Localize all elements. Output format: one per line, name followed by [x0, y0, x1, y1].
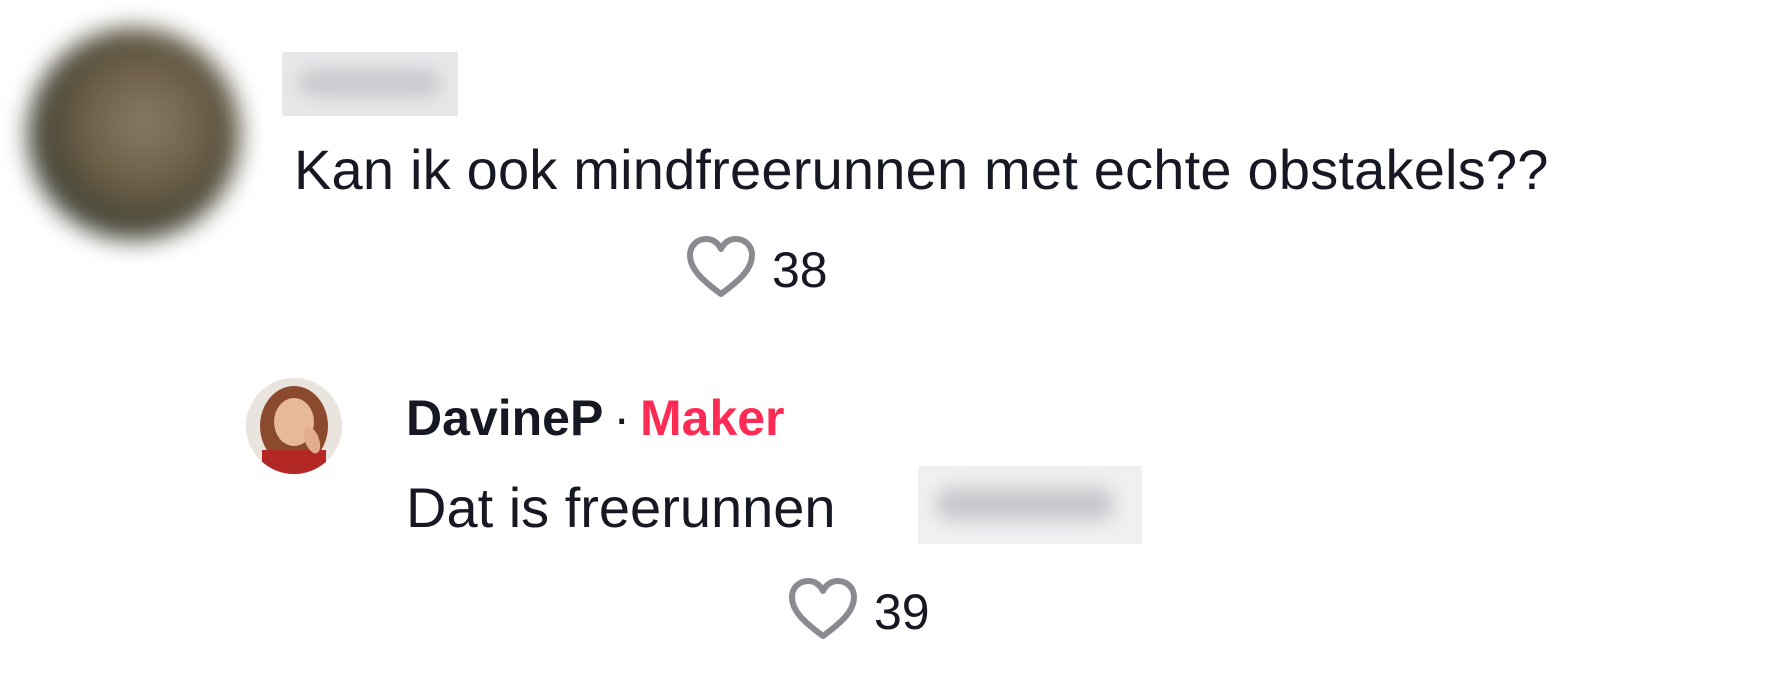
commenter-avatar[interactable]: [28, 28, 240, 240]
reply-text: Dat is freerunnen: [406, 476, 836, 539]
reply-header: DavineP · Maker: [406, 386, 785, 450]
comment-text: Kan ik ook mindfreerunnen met echte obst…: [294, 138, 1549, 201]
reply-username[interactable]: DavineP: [406, 390, 603, 446]
heart-outline-icon[interactable]: [786, 576, 860, 647]
redaction-blur: [936, 488, 1114, 520]
creator-avatar[interactable]: [246, 378, 342, 474]
separator-dot: ·: [613, 390, 630, 446]
heart-outline-icon[interactable]: [684, 234, 758, 305]
like-count: 38: [772, 241, 828, 298]
reply-like-button[interactable]: 39: [786, 576, 930, 647]
creator-badge: Maker: [639, 390, 785, 446]
comment-like-button[interactable]: 38: [684, 234, 828, 305]
redaction-blur: [300, 70, 440, 96]
like-count: 39: [874, 583, 930, 640]
